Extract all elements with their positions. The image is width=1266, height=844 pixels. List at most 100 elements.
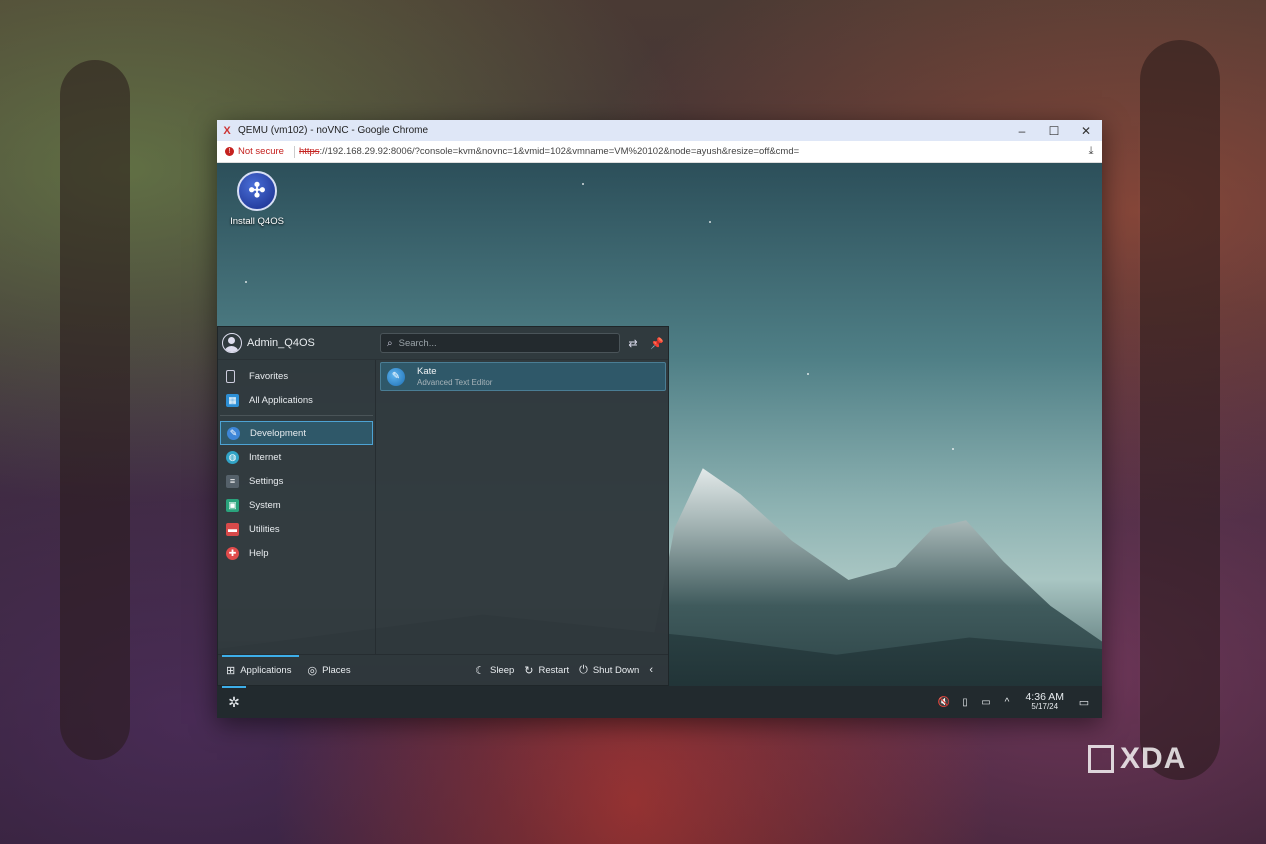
- user-name: Admin_Q4OS: [247, 337, 315, 349]
- search-input[interactable]: ⌕ Search...: [380, 333, 620, 353]
- shutdown-label: Shut Down: [592, 664, 640, 676]
- development-icon: ✎: [227, 426, 240, 440]
- places-compass-icon: ◎: [307, 664, 318, 677]
- category-label: All Applications: [249, 394, 313, 406]
- show-desktop-icon[interactable]: ▭: [1072, 696, 1096, 709]
- volume-muted-icon[interactable]: 🔇: [933, 697, 954, 708]
- star: [709, 221, 711, 223]
- search-icon: ⌕: [387, 337, 393, 349]
- wallpaper-tree-left: [60, 60, 130, 760]
- url-scheme: https: [298, 146, 320, 157]
- sleep-label: Sleep: [489, 664, 515, 676]
- user-info[interactable]: Admin_Q4OS: [218, 333, 378, 353]
- pin-icon[interactable]: 📌: [646, 337, 668, 350]
- category-label: Help: [249, 547, 269, 559]
- category-divider: [220, 415, 373, 416]
- display-icon[interactable]: ▭: [975, 697, 996, 708]
- restart-label: Restart: [538, 664, 570, 676]
- category-label: Favorites: [249, 370, 289, 382]
- application-launcher-button[interactable]: ✲: [219, 686, 249, 718]
- security-indicator[interactable]: ! Not secure: [225, 146, 284, 157]
- category-all-applications[interactable]: ▦ All Applications: [218, 388, 375, 412]
- category-internet[interactable]: ◍ Internet: [218, 445, 375, 469]
- browser-titlebar: X QEMU (vm102) - noVNC - Google Chrome –…: [217, 120, 1102, 141]
- category-label: System: [249, 499, 281, 511]
- tab-label: Places: [322, 664, 351, 676]
- star: [807, 373, 809, 375]
- configure-icon[interactable]: ⇄: [622, 337, 644, 350]
- category-system[interactable]: ▣ System: [218, 493, 375, 517]
- category-label: Utilities: [249, 523, 280, 535]
- maximize-button[interactable]: ☐: [1038, 124, 1070, 138]
- browser-window: X QEMU (vm102) - noVNC - Google Chrome –…: [217, 120, 1102, 718]
- app-item-kate[interactable]: ✎ Kate Advanced Text Editor: [380, 362, 666, 391]
- bookmark-icon: [226, 369, 235, 383]
- restart-icon: ↻: [524, 664, 534, 677]
- applications-grid-icon: ⊞: [226, 664, 236, 677]
- window-title: QEMU (vm102) - noVNC - Google Chrome: [238, 125, 429, 136]
- xda-logo-icon: [1088, 745, 1114, 773]
- vm-desktop: ✣ Install Q4OS Admin_Q4OS ⌕ Search... ⇄ …: [217, 163, 1102, 718]
- category-label: Settings: [249, 475, 284, 487]
- launcher-footer: ⊞ Applications ◎ Places ☾ Sleep ↻ Restar…: [218, 654, 668, 685]
- shutdown-button[interactable]: ⏻ Shut Down: [579, 664, 639, 677]
- url-rest: ://192.168.29.92:8006/?console=kvm&novnc…: [319, 146, 800, 157]
- sleep-button[interactable]: ☾ Sleep: [475, 664, 514, 677]
- star: [245, 281, 247, 283]
- globe-icon: ◍: [226, 450, 239, 464]
- clock[interactable]: 4:36 AM 5/17/24: [1025, 692, 1064, 711]
- address-divider: [293, 145, 295, 158]
- category-label: Development: [250, 427, 306, 439]
- xda-watermark: XDA: [1088, 742, 1186, 776]
- taskbar-panel: ✲ 🔇 ▯ ▭ ^ 4:36 AM 5/17/24 ▭: [217, 686, 1102, 718]
- kate-icon: ✎: [387, 367, 405, 386]
- tab-label: Applications: [240, 664, 292, 676]
- url-text[interactable]: https://192.168.29.92:8006/?console=kvm&…: [299, 146, 1080, 157]
- power-icon: ⏻: [579, 663, 588, 676]
- category-development[interactable]: ✎ Development: [220, 421, 373, 445]
- tab-places[interactable]: ◎ Places: [299, 655, 358, 686]
- qemu-app-icon: X: [223, 124, 231, 137]
- warning-icon: !: [225, 147, 234, 156]
- install-q4os-desktop-icon[interactable]: ✣ Install Q4OS: [229, 171, 285, 227]
- category-utilities[interactable]: ▬ Utilities: [218, 517, 375, 541]
- address-bar[interactable]: ! Not secure https://192.168.29.92:8006/…: [217, 141, 1102, 163]
- category-list: Favorites ▦ All Applications ✎ Developme…: [218, 360, 376, 655]
- application-launcher-menu: Admin_Q4OS ⌕ Search... ⇄ 📌 Favorites ▦ A…: [217, 326, 669, 686]
- category-settings[interactable]: ≡ Settings: [218, 469, 375, 493]
- minimize-button[interactable]: –: [1006, 124, 1038, 138]
- launcher-header: Admin_Q4OS ⌕ Search... ⇄ 📌: [218, 327, 668, 360]
- chevron-up-icon[interactable]: ^: [996, 697, 1017, 708]
- application-list: ✎ Kate Advanced Text Editor: [378, 362, 668, 391]
- category-favorites[interactable]: Favorites: [218, 364, 375, 388]
- settings-icon: ≡: [226, 474, 239, 488]
- xda-text: XDA: [1120, 742, 1187, 775]
- sleep-icon: ☾: [475, 664, 485, 677]
- grid-icon: ▦: [226, 393, 239, 407]
- help-icon: ✚: [226, 546, 239, 560]
- search-placeholder: Search...: [398, 337, 437, 349]
- tab-applications[interactable]: ⊞ Applications: [218, 654, 300, 686]
- wallpaper-tree-right: [1140, 40, 1220, 780]
- restart-button[interactable]: ↻ Restart: [524, 664, 569, 677]
- q4os-installer-icon: ✣: [237, 171, 277, 211]
- category-help[interactable]: ✚ Help: [218, 541, 375, 565]
- app-text: Kate Advanced Text Editor: [417, 366, 492, 387]
- app-name: Kate: [417, 366, 437, 377]
- clock-date: 5/17/24: [1031, 702, 1059, 712]
- system-icon: ▣: [226, 498, 239, 512]
- system-tray: 🔇 ▯ ▭ ^ 4:36 AM 5/17/24 ▭: [933, 692, 1102, 711]
- usb-device-icon[interactable]: ▯: [954, 697, 975, 708]
- app-description: Advanced Text Editor: [417, 378, 493, 387]
- close-button[interactable]: ✕: [1070, 124, 1102, 138]
- download-icon[interactable]: ⤓: [1080, 145, 1102, 158]
- launcher-icon: ✲: [228, 693, 240, 710]
- avatar: [222, 333, 242, 353]
- chevron-left-icon: ‹: [649, 664, 653, 676]
- star: [582, 183, 584, 185]
- utilities-icon: ▬: [226, 522, 239, 536]
- security-label: Not secure: [238, 146, 284, 157]
- category-label: Internet: [249, 451, 282, 463]
- star: [952, 448, 954, 450]
- more-options-button[interactable]: ‹: [649, 664, 658, 676]
